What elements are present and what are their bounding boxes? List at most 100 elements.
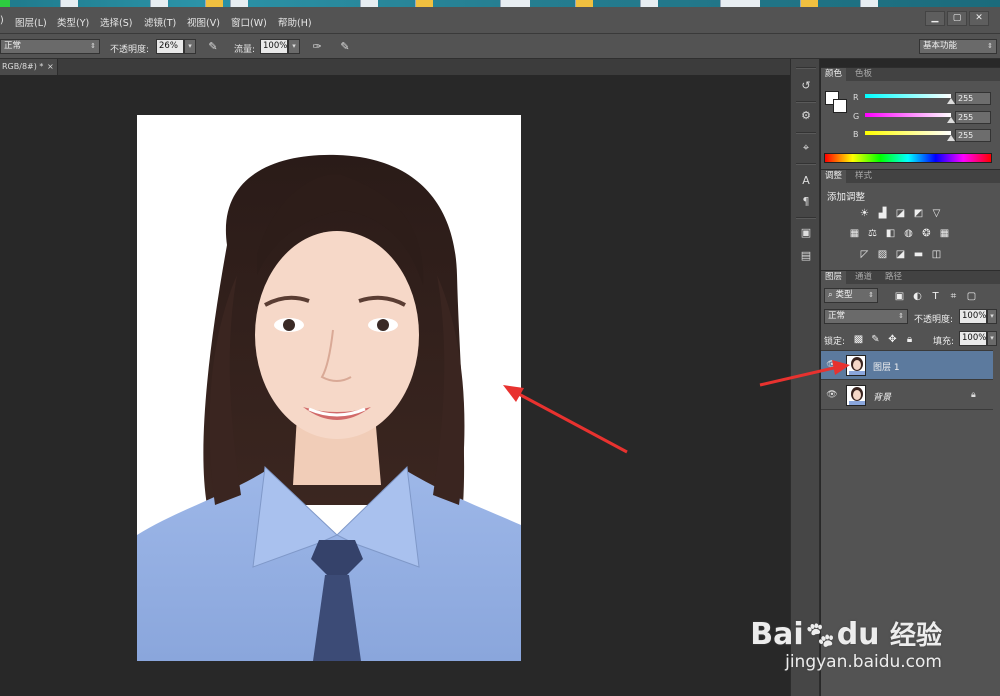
opacity-input[interactable]: 26% <box>156 39 184 54</box>
input-r[interactable]: 255 <box>955 92 991 105</box>
minimize-button[interactable]: ▁ <box>925 11 945 26</box>
slider-g[interactable] <box>865 113 951 117</box>
taskbar-thumb[interactable] <box>230 0 248 7</box>
color-balance-icon[interactable]: ⚖ <box>866 228 879 239</box>
input-b[interactable]: 255 <box>955 129 991 142</box>
invert-icon[interactable]: ◸ <box>858 249 871 260</box>
levels-icon[interactable]: ▟ <box>876 208 889 219</box>
taskbar-thumb[interactable] <box>60 0 78 7</box>
taskbar-thumb[interactable] <box>150 0 168 7</box>
close-tab-icon[interactable]: × <box>47 59 54 75</box>
lock-image-icon[interactable]: ✎ <box>869 334 882 345</box>
layer-name[interactable]: 图层 1 <box>873 360 900 373</box>
menu-window[interactable]: 窗口(W) <box>231 15 267 29</box>
opacity-label: 不透明度: <box>110 45 150 55</box>
gradient-map-icon[interactable]: ▬ <box>912 249 925 260</box>
layer-name[interactable]: 背景 <box>873 390 891 403</box>
black-white-icon[interactable]: ◧ <box>884 228 897 239</box>
color-panel-tabs: 颜色 色板 <box>821 68 1000 81</box>
taskbar-thumb[interactable] <box>575 0 593 7</box>
posterize-icon[interactable]: ▨ <box>876 249 889 260</box>
layer-row[interactable]: 👁︎ 背景 🔒︎ <box>821 381 993 410</box>
lock-position-icon[interactable]: ✥ <box>886 334 899 345</box>
taskbar-thumb[interactable] <box>415 0 433 7</box>
tab-color[interactable]: 颜色 <box>821 68 847 81</box>
tab-layers[interactable]: 图层 <box>821 271 847 284</box>
color-lookup-icon[interactable]: ▦ <box>938 228 951 239</box>
visibility-eye-icon[interactable]: 👁︎ <box>826 360 838 370</box>
filter-smart-object-icon[interactable]: ▢ <box>965 291 978 302</box>
character-icon[interactable]: A <box>799 174 813 188</box>
vibrance-icon[interactable]: ▽ <box>930 208 943 219</box>
actions-icon[interactable]: ⚙ <box>799 109 813 123</box>
flow-input[interactable]: 100% <box>260 39 288 54</box>
brush-presets-icon[interactable]: ⌖ <box>799 141 813 155</box>
tab-adjustments[interactable]: 调整 <box>821 170 847 183</box>
taskbar-thumb[interactable] <box>860 0 878 7</box>
taskbar-thumb[interactable] <box>500 0 530 7</box>
layer-row-selected[interactable]: 👁︎ 图层 1 <box>821 351 993 380</box>
taskbar-thumb[interactable] <box>720 0 760 7</box>
taskbar-thumb[interactable] <box>205 0 223 7</box>
document-canvas-photo[interactable] <box>137 115 521 661</box>
lock-all-icon[interactable]: 🔒︎ <box>903 334 916 345</box>
filter-shape-icon[interactable]: ⌗ <box>947 291 960 302</box>
selective-color-icon[interactable]: ◫ <box>930 249 943 260</box>
slider-thumb[interactable] <box>947 98 955 104</box>
airbrush-icon[interactable]: ✑ <box>310 40 324 54</box>
hue-saturation-icon[interactable]: ▦ <box>848 228 861 239</box>
filter-type-icon[interactable]: T <box>929 291 942 302</box>
close-window-button[interactable]: ✕ <box>969 11 989 26</box>
flow-dropdown-button[interactable]: ▾ <box>288 39 300 54</box>
photo-filter-icon[interactable]: ◍ <box>902 228 915 239</box>
taskbar-thumb[interactable] <box>0 0 10 7</box>
color-spectrum-bar[interactable] <box>824 153 992 163</box>
layer-opacity-input[interactable]: 100% <box>959 309 987 324</box>
menu-view[interactable]: 视图(V) <box>187 15 220 29</box>
channel-mixer-icon[interactable]: ❂ <box>920 228 933 239</box>
pressure-opacity-icon[interactable]: ✎ <box>206 40 220 54</box>
slider-thumb[interactable] <box>947 135 955 141</box>
lock-transparent-icon[interactable]: ▩ <box>852 334 865 345</box>
document-tab[interactable]: RGB/8#) * × <box>0 59 58 75</box>
tab-swatches[interactable]: 色板 <box>851 68 876 81</box>
maximize-button[interactable]: ▢ <box>947 11 967 26</box>
brightness-icon[interactable]: ☀ <box>858 208 871 219</box>
menu-filter[interactable]: 滤镜(T) <box>144 15 176 29</box>
tab-styles[interactable]: 样式 <box>851 170 876 183</box>
exposure-icon[interactable]: ◩ <box>912 208 925 219</box>
slider-r[interactable] <box>865 94 951 98</box>
menu-help[interactable]: 帮助(H) <box>278 15 312 29</box>
filter-adjustment-icon[interactable]: ◐ <box>911 291 924 302</box>
opacity-dropdown-button[interactable]: ▾ <box>184 39 196 54</box>
menu-partial[interactable]: ) <box>0 15 4 26</box>
filter-pixel-icon[interactable]: ▣ <box>893 291 906 302</box>
layer-filter-select[interactable]: ⌕ 类型 ⇕ <box>824 288 878 303</box>
fill-dropdown[interactable]: ▾ <box>987 331 997 346</box>
taskbar-thumb[interactable] <box>360 0 378 7</box>
notes-icon[interactable]: ▤ <box>799 249 813 263</box>
history-icon[interactable]: ↺ <box>799 79 813 93</box>
layer-opacity-dropdown[interactable]: ▾ <box>987 309 997 324</box>
taskbar-thumb[interactable] <box>800 0 818 7</box>
threshold-icon[interactable]: ◪ <box>894 249 907 260</box>
fill-input[interactable]: 100% <box>959 331 987 346</box>
menu-type[interactable]: 类型(Y) <box>57 15 89 29</box>
tab-channels[interactable]: 通道 <box>851 271 876 284</box>
background-color-swatch[interactable] <box>833 99 847 113</box>
workspace-select[interactable]: 基本功能 ⇕ <box>919 39 997 54</box>
menu-select[interactable]: 选择(S) <box>100 15 132 29</box>
visibility-eye-icon[interactable]: 👁︎ <box>826 390 838 400</box>
layer-comps-icon[interactable]: ▣ <box>799 226 813 240</box>
pressure-size-icon[interactable]: ✎ <box>338 40 352 54</box>
blend-mode-select[interactable]: 正常 ⇕ <box>0 39 100 54</box>
slider-b[interactable] <box>865 131 951 135</box>
taskbar-thumb[interactable] <box>640 0 658 7</box>
tab-paths[interactable]: 路径 <box>881 271 906 284</box>
slider-thumb[interactable] <box>947 117 955 123</box>
menu-layer[interactable]: 图层(L) <box>15 15 47 29</box>
input-g[interactable]: 255 <box>955 111 991 124</box>
paragraph-icon[interactable]: ¶ <box>799 195 813 209</box>
curves-icon[interactable]: ◪ <box>894 208 907 219</box>
layer-blend-mode-select[interactable]: 正常 ⇕ <box>824 309 908 324</box>
